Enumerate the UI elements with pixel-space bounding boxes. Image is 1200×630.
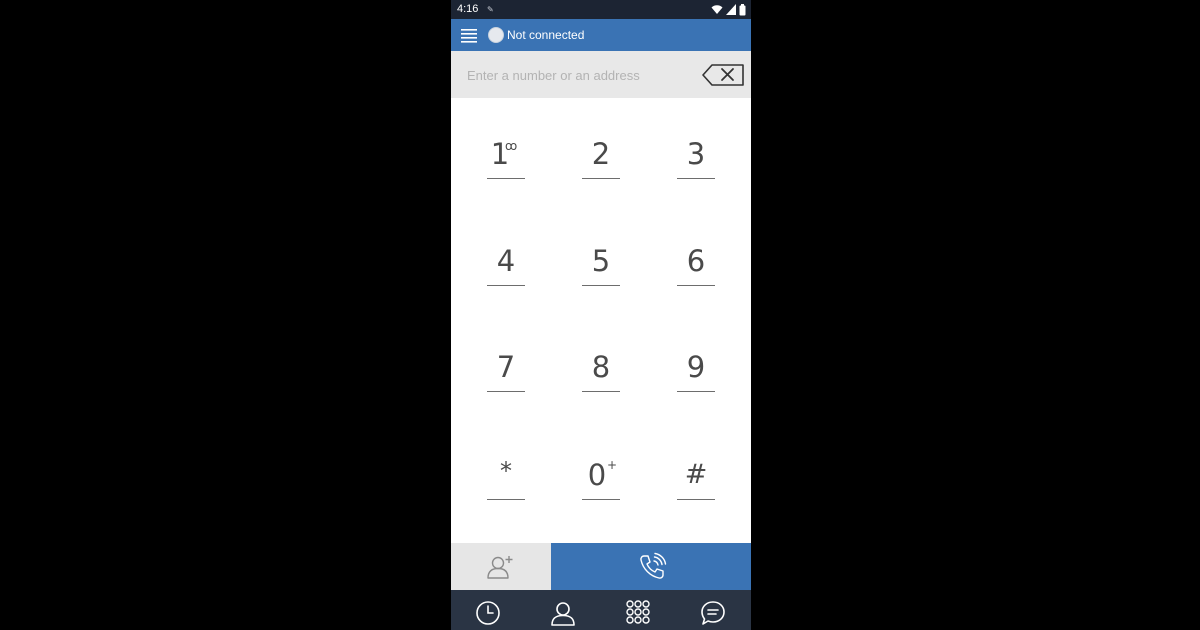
key-label: 6 (686, 244, 706, 278)
key-7[interactable]: 7 (476, 341, 536, 401)
key-label: # (684, 459, 708, 490)
wifi-icon: x (711, 4, 723, 15)
key-label: * (500, 457, 512, 485)
key-1[interactable]: 1 ꝏ (476, 128, 536, 188)
status-time: 4:16 (457, 3, 479, 15)
key-underline (677, 499, 715, 500)
key-2[interactable]: 2 (571, 128, 631, 188)
keypad: 1 ꝏ 2 3 4 5 6 7 8 9 * 0 + # (451, 98, 751, 543)
dialpad-icon[interactable] (625, 600, 653, 628)
signal-icon (726, 4, 736, 15)
key-star[interactable]: * (476, 449, 536, 509)
add-contact-icon (487, 554, 515, 580)
key-label: 1 (490, 137, 510, 171)
phone-screen: 4:16 ✎ x Not connected Enter a number or… (451, 0, 751, 630)
key-0[interactable]: 0 + (571, 449, 631, 509)
key-underline (677, 285, 715, 286)
key-underline (487, 178, 525, 179)
key-underline (487, 391, 525, 392)
hamburger-icon[interactable] (461, 27, 477, 43)
call-button[interactable] (551, 543, 751, 590)
key-label: 5 (591, 244, 611, 278)
key-4[interactable]: 4 (476, 235, 536, 295)
key-label: 0 (587, 458, 607, 492)
key-label: 9 (686, 350, 706, 384)
contacts-icon[interactable] (550, 600, 578, 628)
backspace-icon[interactable] (702, 64, 744, 86)
key-hash[interactable]: # (666, 449, 726, 509)
key-underline (582, 178, 620, 179)
key-underline (677, 178, 715, 179)
app-bar: Not connected (451, 19, 751, 51)
key-label: 4 (496, 244, 516, 278)
key-9[interactable]: 9 (666, 341, 726, 401)
key-underline (487, 499, 525, 500)
voicemail-icon: ꝏ (505, 139, 518, 153)
key-5[interactable]: 5 (571, 235, 631, 295)
key-8[interactable]: 8 (571, 341, 631, 401)
key-label: 2 (591, 137, 611, 171)
key-underline (582, 391, 620, 392)
number-input[interactable] (465, 59, 699, 92)
key-underline (487, 285, 525, 286)
status-bar: 4:16 ✎ x (451, 0, 751, 19)
presence-indicator (488, 27, 504, 43)
phone-call-icon (637, 552, 667, 582)
chat-icon[interactable] (700, 600, 728, 628)
key-underline (582, 285, 620, 286)
key-underline (582, 499, 620, 500)
key-label: 3 (686, 137, 706, 171)
status-icons: x (711, 3, 746, 16)
action-row (451, 543, 751, 590)
plus-sign: + (607, 458, 618, 472)
key-label: 7 (496, 350, 516, 384)
history-icon[interactable] (475, 600, 503, 628)
bottom-navigation (451, 590, 751, 630)
key-6[interactable]: 6 (666, 235, 726, 295)
battery-icon (739, 3, 746, 16)
key-underline (677, 391, 715, 392)
add-contact-button[interactable] (451, 543, 551, 590)
dial-input-row (451, 51, 751, 98)
status-indicator: ✎ (487, 5, 494, 14)
key-3[interactable]: 3 (666, 128, 726, 188)
key-label: 8 (591, 350, 611, 384)
svg-text:x: x (719, 11, 722, 16)
connection-status: Not connected (507, 28, 585, 42)
